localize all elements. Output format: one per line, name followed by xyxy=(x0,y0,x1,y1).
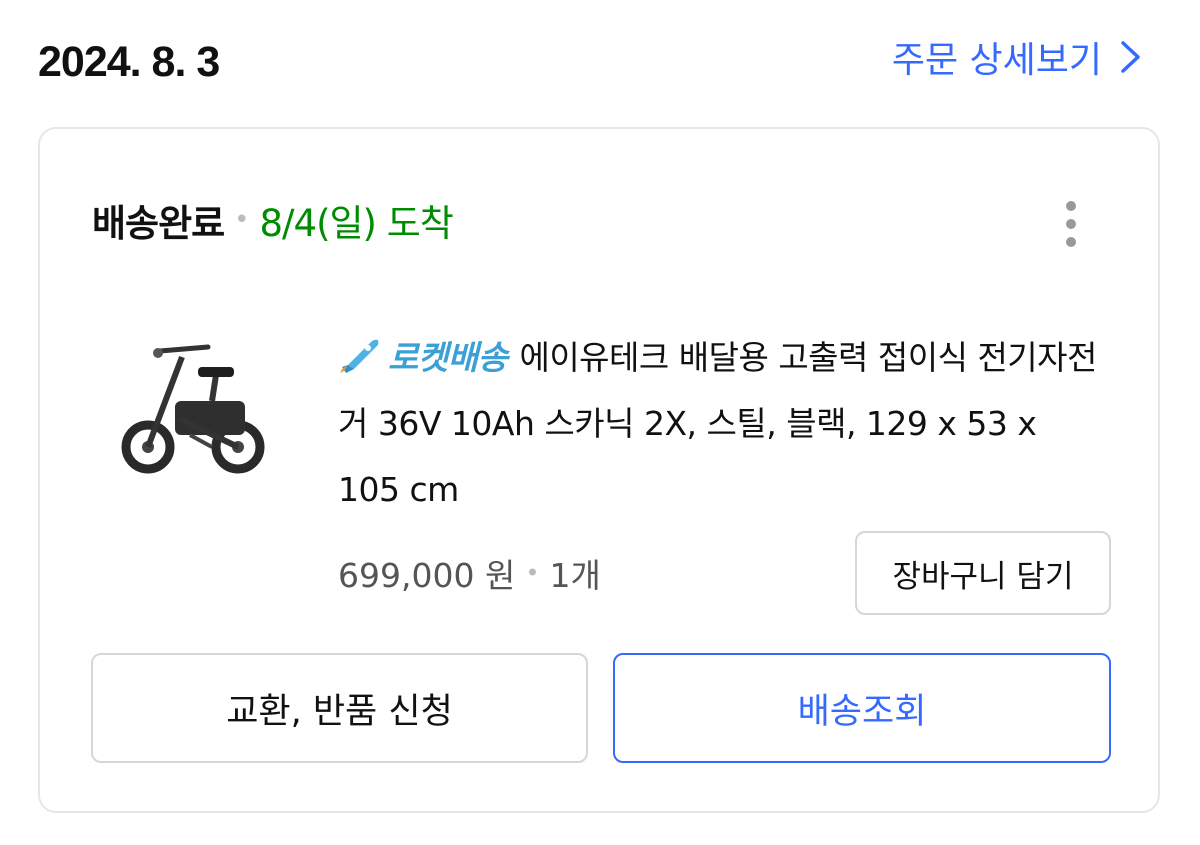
chevron-right-icon xyxy=(1121,41,1140,73)
delivery-status: 배송완료 xyxy=(92,202,225,245)
price-separator: • xyxy=(525,559,540,587)
price-row: 699,000 원 • 1개 xyxy=(338,549,601,597)
delivery-status-row: 배송완료 • 8/4(일) 도착 xyxy=(92,193,454,247)
order-header: 2024. 8. 3 주문 상세보기 xyxy=(38,30,1148,90)
product-price: 699,000 원 xyxy=(338,556,516,595)
product-quantity: 1개 xyxy=(549,556,601,595)
add-to-cart-button[interactable]: 장바구니 담기 xyxy=(855,531,1111,615)
rocket-delivery-badge: 로켓배송 xyxy=(388,338,508,377)
status-separator: • xyxy=(234,205,250,235)
order-date: 2024. 8. 3 xyxy=(38,38,220,86)
order-detail-link[interactable]: 주문 상세보기 xyxy=(892,30,1142,84)
product-thumbnail[interactable] xyxy=(120,329,270,489)
arrival-date: 8/4(일) 도착 xyxy=(259,202,454,245)
order-card: 배송완료 • 8/4(일) 도착 로켓배송 에이유테크 배달용 고출력 접이식 전… xyxy=(38,127,1160,813)
delivery-tracking-button[interactable]: 배송조회 xyxy=(613,653,1111,763)
order-detail-label: 주문 상세보기 xyxy=(891,40,1102,81)
product-title-block[interactable]: 로켓배송 에이유테크 배달용 고출력 접이식 전기자전거 36V 10Ah 스카닉… xyxy=(338,325,1098,523)
rocket-icon xyxy=(340,339,379,373)
more-vertical-icon[interactable] xyxy=(1064,199,1078,249)
exchange-return-button[interactable]: 교환, 반품 신청 xyxy=(91,653,588,763)
